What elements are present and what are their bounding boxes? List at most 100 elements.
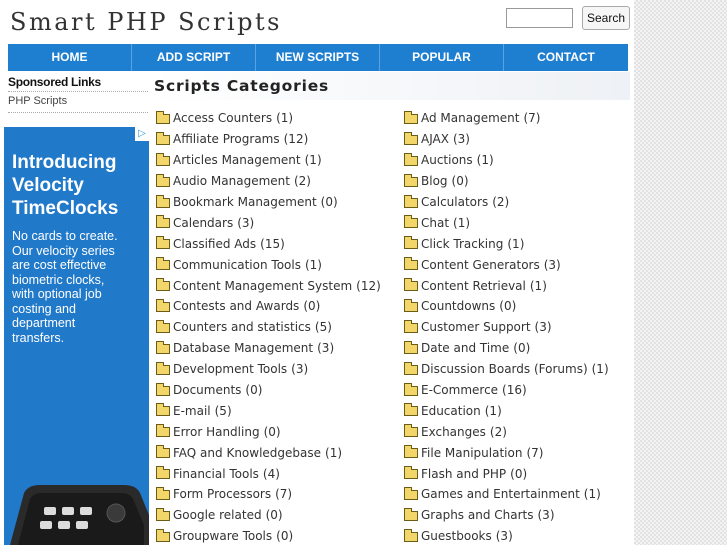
category-link[interactable]: Education — [421, 404, 481, 418]
category-link[interactable]: Date and Time — [421, 341, 509, 355]
list-item: Graphs and Charts (3) — [404, 505, 609, 526]
category-link[interactable]: Contests and Awards — [173, 299, 299, 313]
category-link[interactable]: Games and Entertainment — [421, 487, 580, 501]
category-link[interactable]: Guestbooks — [421, 529, 492, 543]
category-link[interactable]: Groupware Tools — [173, 529, 272, 543]
category-count: (4) — [262, 466, 280, 481]
folder-icon — [404, 298, 418, 312]
category-link[interactable]: Blog — [421, 174, 448, 188]
category-link[interactable]: Audio Management — [173, 174, 290, 188]
list-item: Chat (1) — [404, 212, 609, 233]
category-link[interactable]: Content Generators — [421, 258, 540, 272]
category-count: (5) — [214, 403, 232, 418]
category-link[interactable]: Financial Tools — [173, 467, 259, 481]
category-count: (16) — [502, 383, 527, 398]
folder-icon — [404, 236, 418, 250]
search-button[interactable]: Search — [582, 6, 630, 30]
categories-left-column: Access Counters (1) Affiliate Programs (12… — [156, 108, 381, 547]
folder-icon — [404, 403, 418, 417]
category-link[interactable]: File Manipulation — [421, 446, 522, 460]
folder-icon — [404, 110, 418, 124]
list-item: Access Counters (1) — [156, 108, 381, 129]
category-link[interactable]: E-mail — [173, 404, 211, 418]
folder-icon — [156, 486, 170, 500]
category-link[interactable]: Documents — [173, 383, 241, 397]
category-link[interactable]: Communication Tools — [173, 258, 301, 272]
list-item: Calendars (3) — [156, 212, 381, 233]
category-link[interactable]: Affiliate Programs — [173, 132, 280, 146]
category-count: (1) — [476, 153, 494, 168]
folder-icon — [404, 278, 418, 292]
category-link[interactable]: Articles Management — [173, 153, 301, 167]
folder-icon — [156, 466, 170, 480]
folder-icon — [156, 298, 170, 312]
category-link[interactable]: Content Retrieval — [421, 279, 526, 293]
category-link[interactable]: Calculators — [421, 195, 488, 209]
category-link[interactable]: Flash and PHP — [421, 467, 506, 481]
folder-icon — [404, 340, 418, 354]
category-count: (3) — [543, 257, 561, 272]
category-link[interactable]: Error Handling — [173, 425, 260, 439]
folder-icon — [404, 194, 418, 208]
category-link[interactable]: Click Tracking — [421, 237, 503, 251]
nav-home[interactable]: HOME — [8, 44, 132, 71]
category-link[interactable]: Discussion Boards (Forums) — [421, 362, 588, 376]
list-item: Exchanges (2) — [404, 421, 609, 442]
folder-icon — [156, 110, 170, 124]
category-link[interactable]: Graphs and Charts — [421, 508, 534, 522]
search-input[interactable] — [506, 8, 573, 28]
category-count: (3) — [291, 362, 309, 377]
category-count: (1) — [484, 403, 502, 418]
category-link[interactable]: FAQ and Knowledgebase — [173, 446, 321, 460]
category-count: (1) — [583, 487, 601, 502]
site-title: Smart PHP Scripts — [10, 8, 282, 36]
category-link[interactable]: AJAX — [421, 132, 449, 146]
category-link[interactable]: Database Management — [173, 341, 313, 355]
category-count: (1) — [304, 153, 322, 168]
category-link[interactable]: Exchanges — [421, 425, 486, 439]
list-item: Date and Time (0) — [404, 338, 609, 359]
category-count: (0) — [303, 299, 321, 314]
folder-icon — [156, 257, 170, 271]
folder-icon — [404, 466, 418, 480]
category-link[interactable]: E-Commerce — [421, 383, 498, 397]
category-link[interactable]: Development Tools — [173, 362, 287, 376]
list-item: Form Processors (7) — [156, 484, 381, 505]
category-count: (15) — [260, 236, 285, 251]
category-count: (0) — [510, 466, 528, 481]
category-count: (7) — [526, 445, 544, 460]
nav-popular[interactable]: POPULAR — [380, 44, 504, 71]
folder-icon — [156, 152, 170, 166]
category-link[interactable]: Classified Ads — [173, 237, 256, 251]
nav-new-scripts[interactable]: NEW SCRIPTS — [256, 44, 380, 71]
folder-icon — [404, 507, 418, 521]
category-link[interactable]: Form Processors — [173, 487, 271, 501]
category-link[interactable]: Calendars — [173, 216, 233, 230]
category-link[interactable]: Ad Management — [421, 111, 519, 125]
list-item: Content Generators (3) — [404, 254, 609, 275]
category-count: (3) — [495, 529, 513, 544]
folder-icon — [404, 152, 418, 166]
category-count: (3) — [237, 215, 255, 230]
folder-icon — [156, 319, 170, 333]
category-link[interactable]: Customer Support — [421, 320, 531, 334]
nav-contact[interactable]: CONTACT — [504, 44, 628, 71]
folder-icon — [404, 257, 418, 271]
category-link[interactable]: Counters and statistics — [173, 320, 311, 334]
page-background-pattern — [634, 0, 727, 545]
category-link[interactable]: Bookmark Management — [173, 195, 317, 209]
category-count: (1) — [591, 362, 609, 377]
category-link[interactable]: Google related — [173, 508, 262, 522]
nav-add-script[interactable]: ADD SCRIPT — [132, 44, 256, 71]
category-link[interactable]: Chat — [421, 216, 449, 230]
sidebar-link-php-scripts[interactable]: PHP Scripts — [8, 95, 67, 107]
list-item: Games and Entertainment (1) — [404, 484, 609, 505]
category-count: (12) — [283, 132, 309, 147]
sponsored-ad[interactable]: ▷ Introducing Velocity TimeClocks No car… — [4, 127, 149, 545]
category-link[interactable]: Auctions — [421, 153, 473, 167]
ad-choices-icon[interactable]: ▷ — [135, 127, 149, 141]
list-item: Documents (0) — [156, 380, 381, 401]
category-link[interactable]: Content Management System — [173, 279, 352, 293]
category-link[interactable]: Access Counters — [173, 111, 272, 125]
category-link[interactable]: Countdowns — [421, 299, 495, 313]
